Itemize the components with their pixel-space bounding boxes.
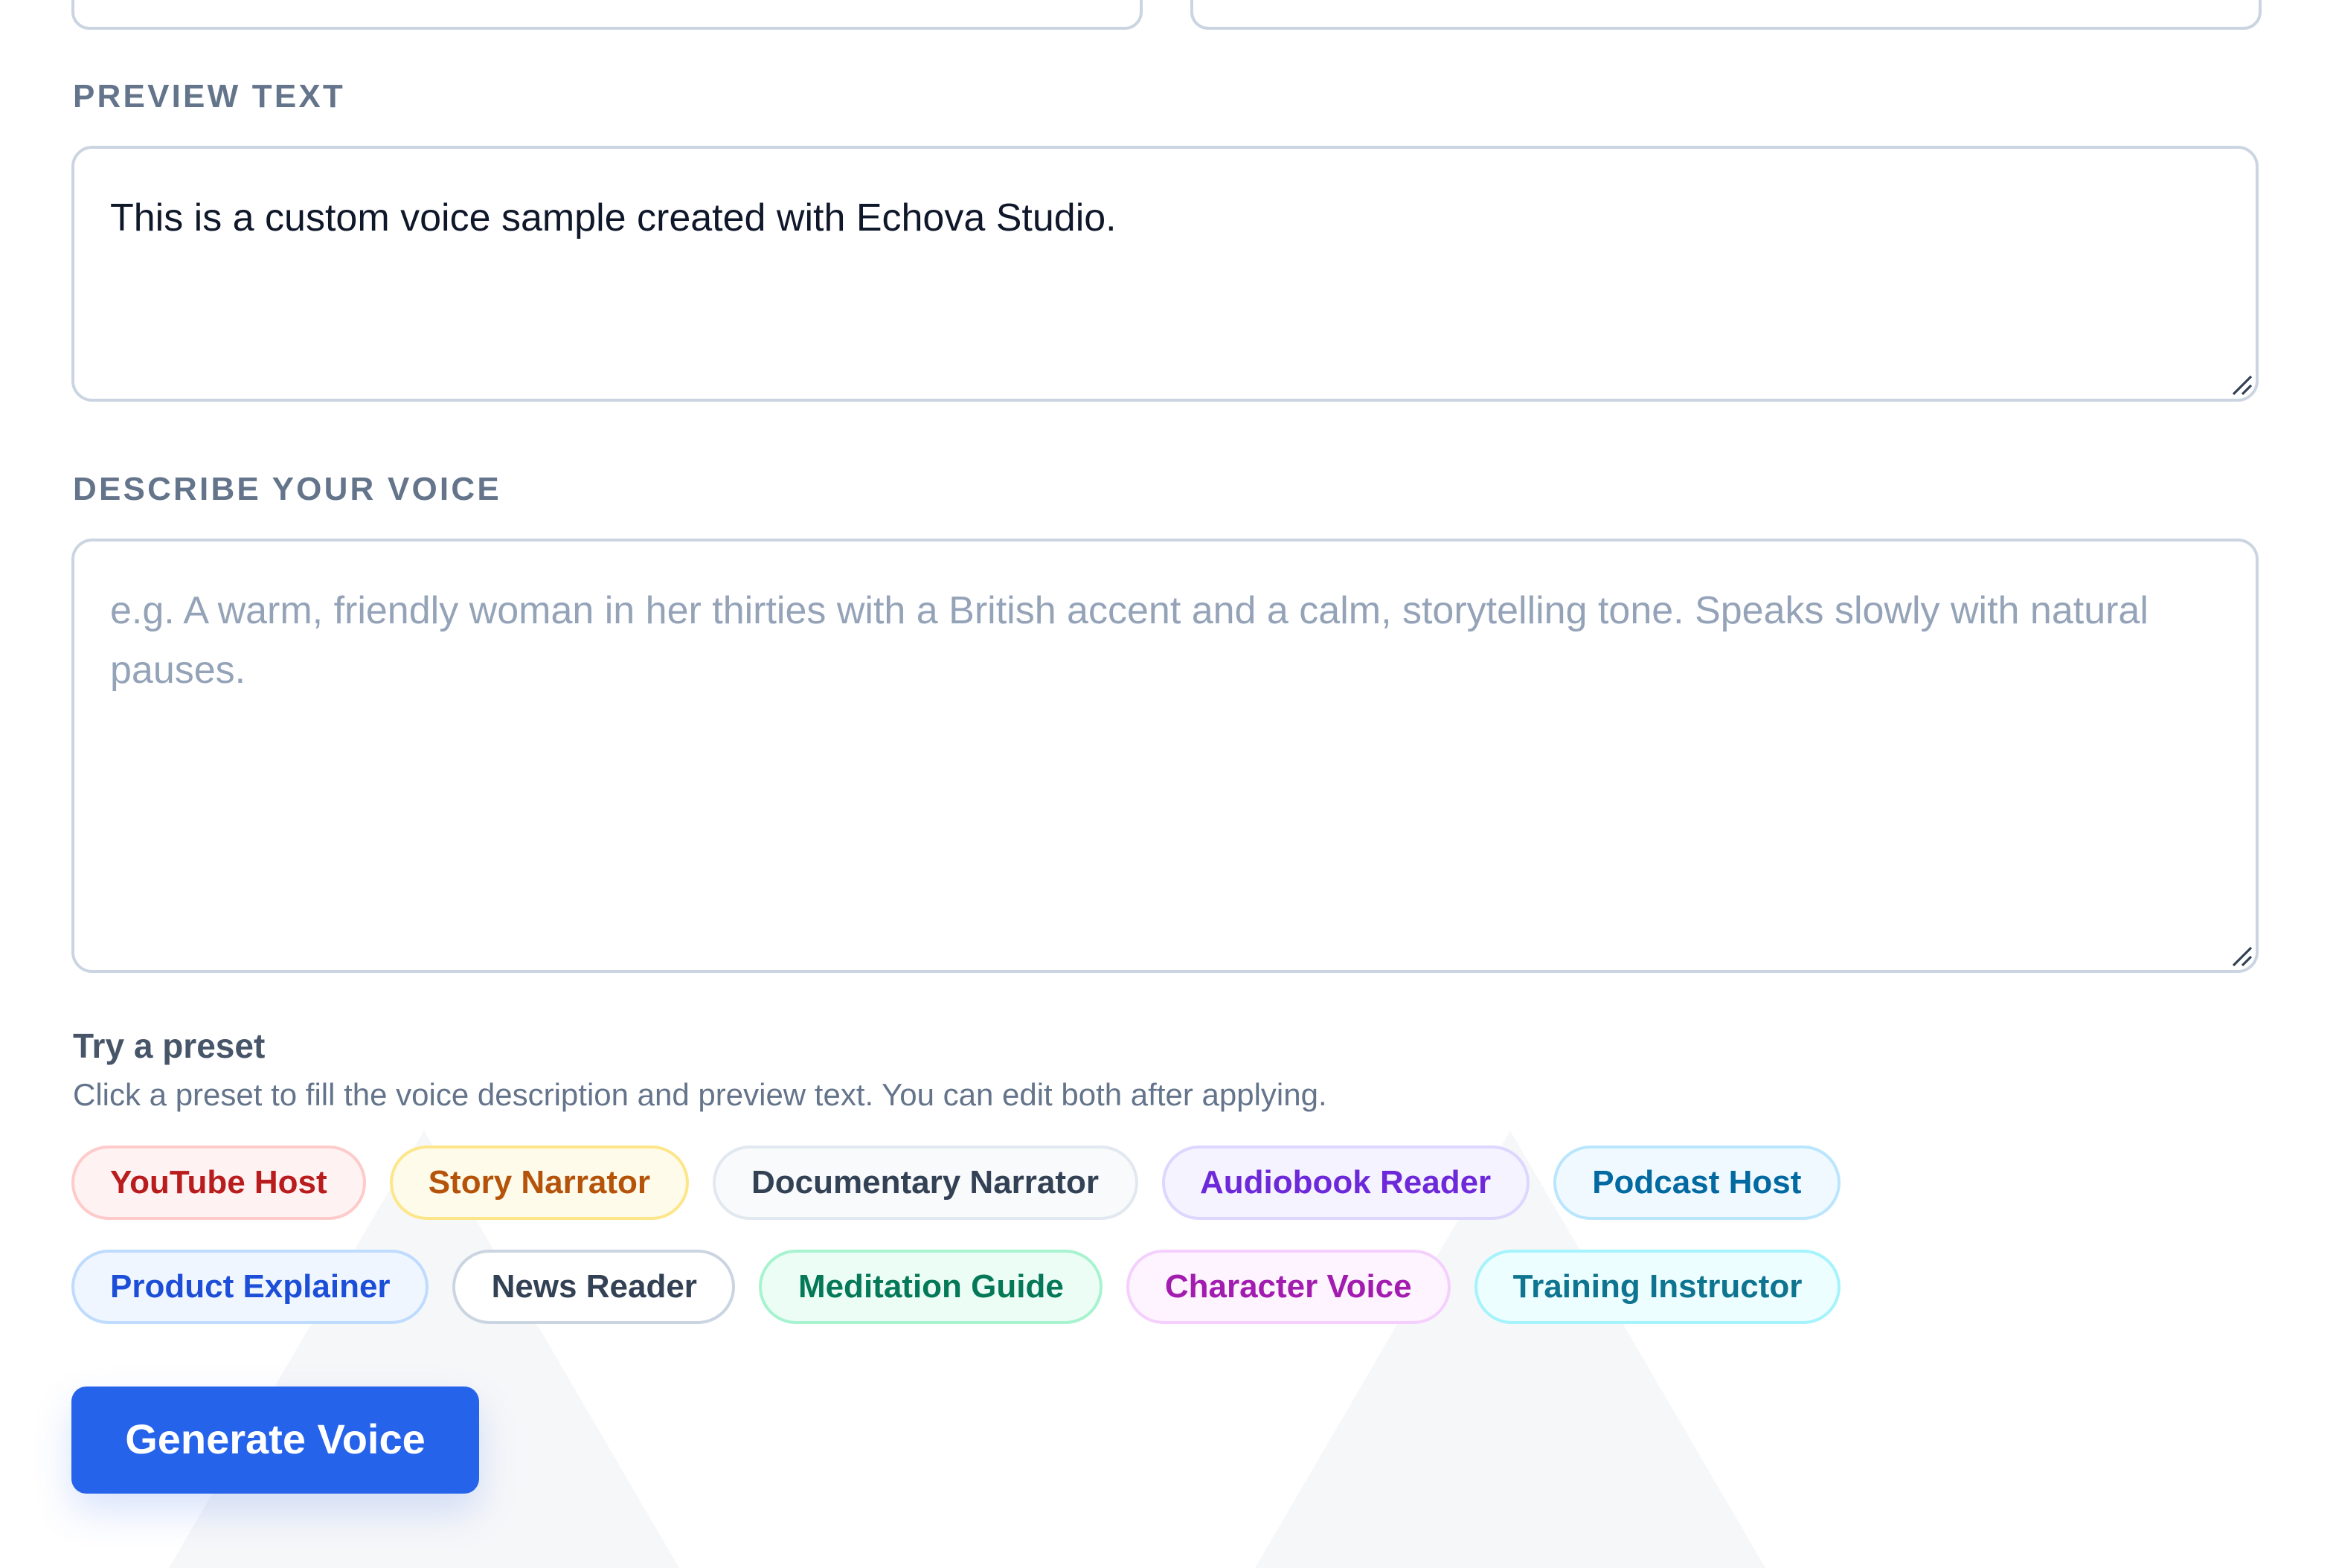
preview-text-value: This is a custom voice sample created wi… [110,195,1117,240]
preset-meditation-guide-button[interactable]: Meditation Guide [759,1250,1103,1324]
preset-documentary-narrator-button[interactable]: Documentary Narrator [713,1146,1138,1220]
preset-news-reader-button[interactable]: News Reader [452,1250,736,1324]
describe-voice-label: DESCRIBE YOUR VOICE [73,470,501,507]
preset-chip-row: YouTube Host Story Narrator Documentary … [71,1146,1841,1220]
upper-left-field[interactable] [71,0,1143,30]
preset-podcast-host-button[interactable]: Podcast Host [1553,1146,1841,1220]
upper-right-field[interactable] [1190,0,2262,30]
preset-audiobook-reader-button[interactable]: Audiobook Reader [1161,1146,1530,1220]
preset-training-instructor-button[interactable]: Training Instructor [1474,1250,1841,1324]
preset-character-voice-button[interactable]: Character Voice [1126,1250,1451,1324]
voice-description-input[interactable]: e.g. A warm, friendly woman in her thirt… [71,539,2259,973]
preset-youtube-host-button[interactable]: YouTube Host [71,1146,366,1220]
resize-handle-icon[interactable] [2229,372,2253,396]
preset-story-narrator-button[interactable]: Story Narrator [389,1146,689,1220]
generate-voice-button[interactable]: Generate Voice [71,1387,479,1494]
preset-section-title: Try a preset [73,1026,266,1065]
resize-handle-icon[interactable] [2229,943,2253,967]
preview-text-label: PREVIEW TEXT [73,77,345,115]
voice-description-placeholder: e.g. A warm, friendly woman in her thirt… [110,588,2149,692]
voice-design-form: PREVIEW TEXT This is a custom voice samp… [0,0,2333,1568]
preset-product-explainer-button[interactable]: Product Explainer [71,1250,429,1324]
preset-chip-row: Product Explainer News Reader Meditation… [71,1250,1841,1324]
preset-section-description: Click a preset to fill the voice descrip… [73,1079,1327,1113]
preview-text-input[interactable]: This is a custom voice sample created wi… [71,146,2259,402]
